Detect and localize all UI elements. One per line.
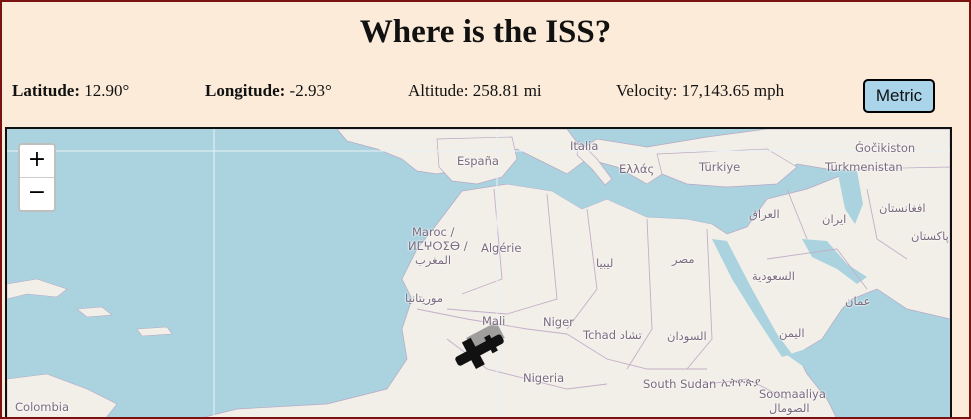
map-label-turkmenistan: Türkmenistan — [825, 160, 903, 174]
map-label-nigeria: Nigeria — [523, 371, 565, 385]
map-label-iran: ایران — [822, 212, 847, 226]
zoom-control: + − — [18, 143, 56, 212]
map-label-maroc-1: Maroc / — [412, 225, 455, 239]
map-label-libya: ليبيا — [596, 256, 614, 270]
altitude-value: 258.81 mi — [472, 81, 542, 100]
map-label-algerie: Algérie — [481, 241, 522, 255]
latitude-stat: Latitude: 12.90° — [12, 81, 129, 101]
altitude-label: Altitude: — [408, 81, 469, 100]
map-label-niger: Niger — [543, 315, 574, 329]
latitude-label: Latitude: — [12, 81, 80, 100]
map-label-soomaaliya: Soomaaliya — [759, 387, 826, 401]
map-label-afghanistan: افغانستان — [879, 201, 926, 215]
map-label-mauritania: موريتانيا — [405, 291, 444, 305]
page-frame: Where is the ISS? Latitude: 12.90° Longi… — [0, 0, 971, 419]
zoom-in-button[interactable]: + — [20, 145, 54, 177]
map-tiles — [7, 129, 950, 417]
map-label-tchad: Tchad تشاد — [583, 328, 642, 342]
map-label-dzhikiston: Ǵočikiston — [855, 141, 916, 155]
zoom-out-button[interactable]: − — [20, 177, 54, 210]
velocity-stat: Velocity: 17,143.65 mph — [616, 81, 784, 101]
map-label-mali: Mali — [482, 314, 506, 328]
page-title: Where is the ISS? — [359, 14, 612, 50]
iss-map[interactable]: + − España Italia Ελλάς Türkiye Türkmeni… — [5, 127, 952, 417]
velocity-value: 17,143.65 mph — [681, 81, 785, 100]
map-label-saudi: السعودية — [752, 269, 795, 283]
map-label-turkiye: Türkiye — [699, 160, 741, 174]
altitude-stat: Altitude: 258.81 mi — [408, 81, 542, 101]
map-label-pakistan: پاکستان — [911, 229, 949, 243]
metric-units-button[interactable]: Metric — [863, 79, 935, 113]
longitude-stat: Longitude: -2.93° — [205, 81, 332, 101]
map-label-espana: España — [457, 154, 499, 168]
map-label-ellas: Ελλάς — [619, 162, 655, 176]
map-label-misr: مصر — [672, 252, 695, 266]
map-label-maroc-2: ⵍⵎⵖⵔⵉⴱ / — [408, 239, 468, 253]
longitude-value: -2.93° — [289, 81, 332, 100]
velocity-label: Velocity: — [616, 81, 678, 100]
map-label-south-sudan: South Sudan — [643, 377, 717, 391]
map-label-yemen: اليمن — [779, 326, 805, 340]
map-label-italia: Italia — [570, 139, 599, 153]
caribbean-island — [136, 326, 173, 337]
longitude-label: Longitude: — [205, 81, 286, 100]
map-label-maroc-3: المغرب — [415, 253, 452, 267]
latitude-value: 12.90° — [84, 81, 130, 100]
map-label-colombia: Colombia — [15, 400, 70, 414]
map-label-ethiopia: ኢትዮጵያ — [721, 375, 761, 389]
map-label-iraq: العراق — [749, 207, 780, 221]
map-label-somalia-ar: الصومال — [769, 401, 810, 415]
map-label-sudan: السودان — [667, 329, 707, 343]
map-label-oman: عمان — [845, 294, 871, 308]
